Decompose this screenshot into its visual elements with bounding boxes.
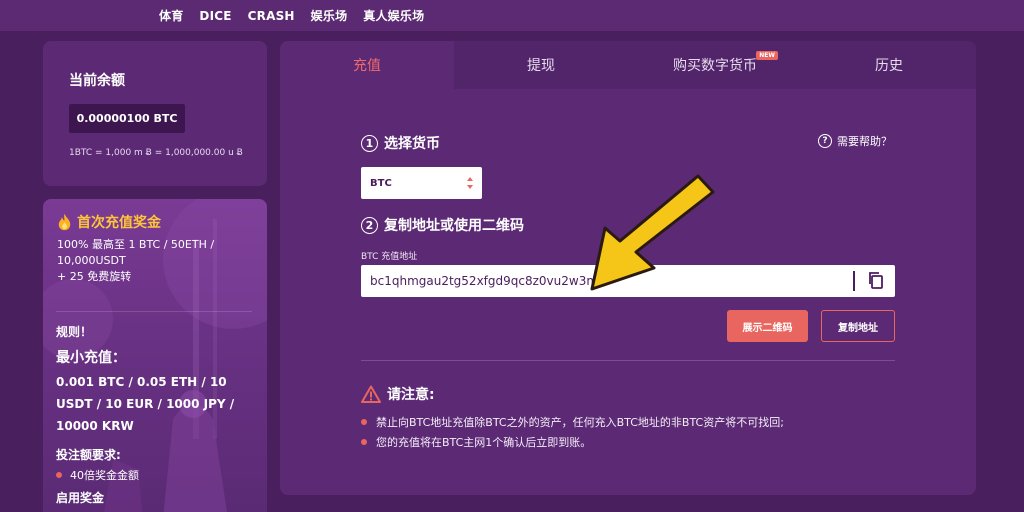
nav-dice[interactable]: DICE <box>199 9 231 23</box>
bonus-line-3: + 25 免费旋转 <box>57 270 132 283</box>
notice-item-2-text: 您的充值将在BTC主网1个确认后立即到账。 <box>376 436 592 449</box>
balance-card: 当前余额 0.00000100 BTC 1BTC = 1,000 m Ƀ = 1… <box>43 41 267 186</box>
balance-amount: 0.00000100 BTC <box>69 104 185 133</box>
wager-item: 40倍奖金金额 <box>56 467 139 483</box>
address-value: bc1qhmgau2tg52xfgd9qc8z0vu2w3m <box>370 274 599 288</box>
help-link[interactable]: ? 需要帮助？ <box>818 133 892 149</box>
wager-label: 投注额要求: <box>56 448 121 462</box>
notice-title: 请注意: <box>387 387 435 403</box>
bonus-line-1: 100% 最高至 1 BTC / 50ETH / <box>57 238 215 251</box>
copy-icon[interactable] <box>867 271 885 289</box>
rules-label: 规则！ <box>56 325 93 339</box>
section-divider <box>361 360 895 361</box>
currency-select-value: BTC <box>370 177 392 189</box>
bullet-icon <box>361 439 367 445</box>
balance-conversion: 1BTC = 1,000 m Ƀ = 1,000,000.00 u Ƀ <box>69 148 243 158</box>
tab-history-label: 历史 <box>875 58 903 74</box>
wager-item-text: 40倍奖金金额 <box>70 469 139 482</box>
balance-title: 当前余额 <box>69 73 125 89</box>
notice-heading: 请注意: <box>361 384 435 404</box>
enable-bonus-label[interactable]: 启用奖金 <box>56 489 104 506</box>
copy-address-button[interactable]: 复制地址 <box>821 310 895 342</box>
bullet-icon <box>361 419 367 425</box>
warning-icon <box>361 385 381 403</box>
notice-item-2: 您的充值将在BTC主网1个确认后立即到账。 <box>361 434 591 450</box>
currency-select[interactable]: BTC <box>361 167 482 199</box>
notice-item-1-text: 禁止向BTC地址充值除BTC之外的资产，任何充入BTC地址的非BTC资产将不可找… <box>376 416 784 429</box>
show-qr-button[interactable]: 展示二维码 <box>727 310 808 342</box>
address-field[interactable]: bc1qhmgau2tg52xfgd9qc8z0vu2w3m <box>361 265 895 297</box>
tab-buy-crypto-label: 购买数字货币 <box>673 58 757 74</box>
nav-live-casino[interactable]: 真人娱乐场 <box>363 7 424 24</box>
step-2-label: 复制地址或使用二维码 <box>384 218 524 234</box>
min-deposit-values: 0.001 BTC / 0.05 ETH / 10 USDT / 10 EUR … <box>56 375 235 433</box>
tab-deposit[interactable]: 充值 <box>280 41 454 89</box>
step-1-heading: 1 选择货币 <box>361 133 440 153</box>
tab-withdraw-label: 提现 <box>527 58 555 74</box>
step-2-heading: 2 复制地址或使用二维码 <box>361 215 524 235</box>
address-label: BTC 充值地址 <box>361 252 418 262</box>
notice-item-1: 禁止向BTC地址充值除BTC之外的资产，任何充入BTC地址的非BTC资产将不可找… <box>361 414 784 430</box>
tab-history[interactable]: 历史 <box>802 41 976 89</box>
bonus-line-2: 10,000USDT <box>57 254 126 267</box>
nav-casino[interactable]: 娱乐场 <box>311 7 348 24</box>
tab-bar: 充值 提现 购买数字货币 NEW 历史 <box>280 41 976 89</box>
new-badge: NEW <box>756 51 778 60</box>
step-1-label: 选择货币 <box>384 136 440 152</box>
question-icon: ? <box>818 134 832 148</box>
address-separator <box>853 271 855 291</box>
step-2-number: 2 <box>361 216 378 234</box>
top-nav: 体育 DICE CRASH 娱乐场 真人娱乐场 <box>0 0 1024 31</box>
sort-arrows-icon <box>467 177 473 189</box>
flame-icon <box>58 213 71 231</box>
nav-sports[interactable]: 体育 <box>159 7 183 24</box>
bonus-divider <box>56 311 252 312</box>
tab-buy-crypto[interactable]: 购买数字货币 NEW <box>628 41 802 89</box>
step-1-number: 1 <box>361 134 378 152</box>
bullet-icon <box>56 472 62 478</box>
help-label: 需要帮助？ <box>837 135 892 148</box>
bonus-title: 首次充值奖金 <box>77 215 161 231</box>
tab-deposit-label: 充值 <box>353 58 381 74</box>
nav-crash[interactable]: CRASH <box>248 9 295 23</box>
min-deposit-label: 最小充值： <box>56 350 126 366</box>
tab-withdraw[interactable]: 提现 <box>454 41 628 89</box>
